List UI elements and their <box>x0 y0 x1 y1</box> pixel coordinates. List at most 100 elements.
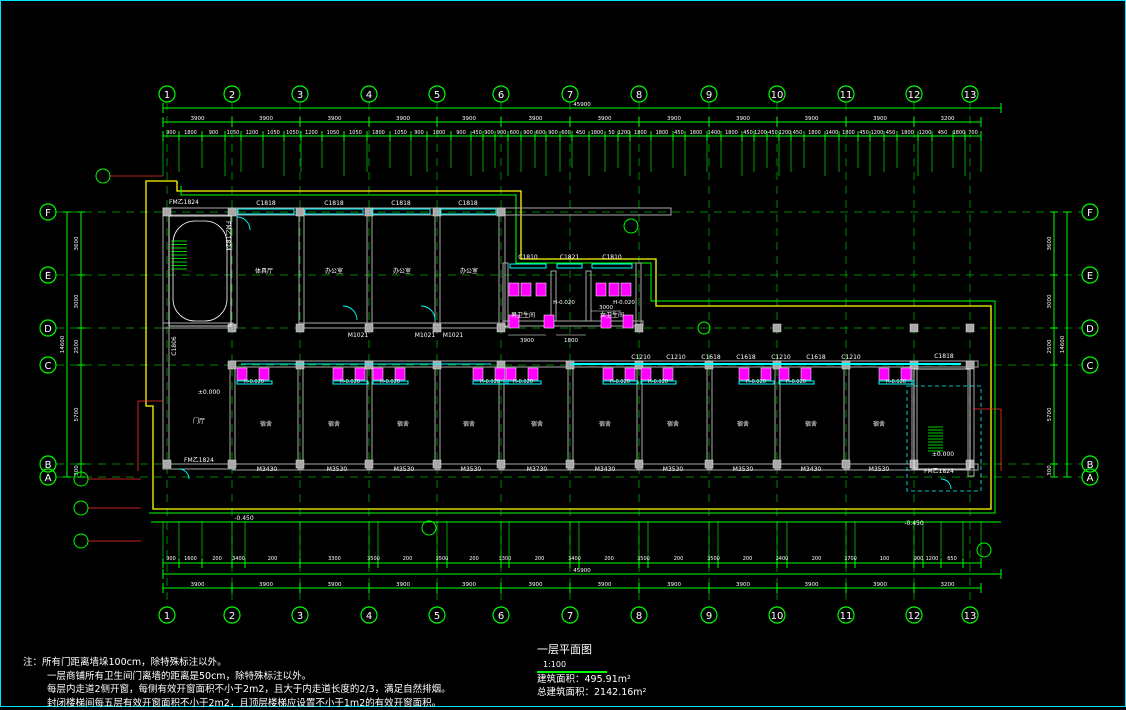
top-bay-dim-value: 3900 <box>873 116 887 122</box>
axis-1-bottom-label: 1 <box>164 611 170 622</box>
axis-11-top-label: 11 <box>840 90 853 101</box>
structural-column <box>497 208 505 216</box>
wall <box>551 271 556 321</box>
axis-5-bottom-label: 5 <box>434 611 440 622</box>
drawing-title-name: 一层平面图 <box>537 643 592 656</box>
wall <box>968 361 974 476</box>
toilet-stall <box>509 283 519 296</box>
room-name: 宿舍 <box>873 420 885 428</box>
top-detail-value: 900 <box>497 130 507 136</box>
wall <box>435 323 505 328</box>
wall <box>299 323 369 328</box>
cad-viewport[interactable]: 45900 3900 3900 3900 3900 3900 3900 3900 3900 390… <box>0 0 1126 707</box>
structural-column <box>635 460 643 468</box>
corridor-window-label: C1210 <box>631 354 651 361</box>
elevation-label: H-0.020 <box>480 379 500 385</box>
wall <box>503 321 643 326</box>
top-detail-value: 900 <box>414 130 424 136</box>
door-label: FM乙1824 <box>184 457 214 464</box>
bottom-detail-value: 200 <box>268 556 278 562</box>
top-bay-dim-value: 3900 <box>598 116 612 122</box>
top-detail-value: 1050 <box>349 130 362 136</box>
axis-9-bottom-label: 9 <box>706 611 712 622</box>
elevation-label: -0.450 <box>234 515 254 522</box>
top-detail-value: 900 <box>523 130 533 136</box>
door-label: FM乙1824 <box>169 199 199 206</box>
top-detail-value: 900 <box>548 130 558 136</box>
bottom-bay-dim-value: 3900 <box>259 582 273 588</box>
top-detail-value: 1800 <box>591 130 604 136</box>
structural-column <box>497 324 505 332</box>
room-name: 宿舍 <box>667 420 679 428</box>
door-swing <box>941 479 951 489</box>
room-name: 宿舍 <box>531 420 543 428</box>
wall <box>912 361 917 469</box>
top-window-label: C1818 <box>256 200 276 207</box>
building-area-label: 建筑面积： <box>537 674 585 685</box>
top-window <box>305 209 363 214</box>
elevation-label: H-0.020 <box>746 379 766 385</box>
wall <box>844 361 849 469</box>
axis-7-bottom-label: 7 <box>567 611 573 622</box>
top-detail-value: 1200 <box>618 130 631 136</box>
axis-13-bottom-label: 13 <box>964 611 977 622</box>
corridor-window-label: C1210 <box>771 354 791 361</box>
top-bay-dim-value: 3900 <box>328 116 342 122</box>
top-detail-value: 600 <box>510 130 520 136</box>
bottom-bay-dim-value: 3900 <box>462 582 476 588</box>
structural-column <box>228 324 236 332</box>
top-bay-dim-value: 3900 <box>529 116 543 122</box>
toilet-stall <box>521 283 531 296</box>
general-notes: 注：所有门距离墙垛100cm，除特殊标注以外。 一层商铺所有卫生间门离墙的距离是… <box>23 656 451 710</box>
top-bay-dim-value: 3900 <box>259 116 273 122</box>
bottom-detail-value: 200 <box>812 556 822 562</box>
top-detail-value: 1200 <box>305 130 318 136</box>
top-detail-value: 1800 <box>953 130 966 136</box>
door-label: M3530 <box>733 466 754 473</box>
elevation-label: H-0.020 <box>613 300 635 306</box>
bottom-detail-value: 200 <box>469 556 479 562</box>
door-label: M3430 <box>801 466 822 473</box>
structural-column <box>433 324 441 332</box>
wash-basin <box>623 315 633 328</box>
toilet-stall <box>609 283 619 296</box>
wall <box>435 361 440 469</box>
left-total-dim-value: 14600 <box>60 335 66 353</box>
room-name: 宿舍 <box>463 420 475 428</box>
bottom-detail-value: 3300 <box>328 556 341 562</box>
corridor-window-label: C1210 <box>666 354 686 361</box>
top-detail-value: 1800 <box>842 130 855 136</box>
top-total-dim-value: 45900 <box>573 102 591 108</box>
wall <box>707 361 712 469</box>
wall <box>586 271 591 321</box>
wall <box>163 208 169 328</box>
room-name: 宿舍 <box>397 420 409 428</box>
top-bay-dim-value: 3900 <box>462 116 476 122</box>
bottom-bay-dim-value: 3900 <box>736 582 750 588</box>
bottom-bay-dim-value: 3900 <box>667 582 681 588</box>
elevation-label: H-0.020 <box>244 379 264 385</box>
structural-column <box>365 324 373 332</box>
bottom-detail-value: 200 <box>674 556 684 562</box>
bottom-bay-dim-value: 3900 <box>191 582 205 588</box>
structural-column <box>163 460 171 468</box>
wall <box>367 361 372 469</box>
axis-E-left-label: E <box>45 271 51 282</box>
bottom-bay-dim-value: 3900 <box>873 582 887 588</box>
structural-column <box>228 208 236 216</box>
axis-E-right-label: E <box>1087 271 1093 282</box>
axis-10-top-label: 10 <box>771 90 784 101</box>
axis-2-bottom-label: 2 <box>229 611 235 622</box>
top-detail-value: 50 <box>608 130 614 136</box>
axis-1-top-label: 1 <box>164 90 170 101</box>
top-detail-value: 1800 <box>690 130 703 136</box>
top-detail-value: 450 <box>674 130 684 136</box>
room-name: 办公室 <box>393 267 411 275</box>
corridor-window-label: C1618 <box>701 354 721 361</box>
bottom-detail-value: 100 <box>880 556 890 562</box>
toilet-stall <box>596 283 606 296</box>
top-detail-value: 900 <box>484 130 494 136</box>
building-area-value: 495.91m² <box>585 674 631 685</box>
structural-column <box>228 361 236 369</box>
right-detail-dim-value: 5700 <box>1047 407 1053 421</box>
